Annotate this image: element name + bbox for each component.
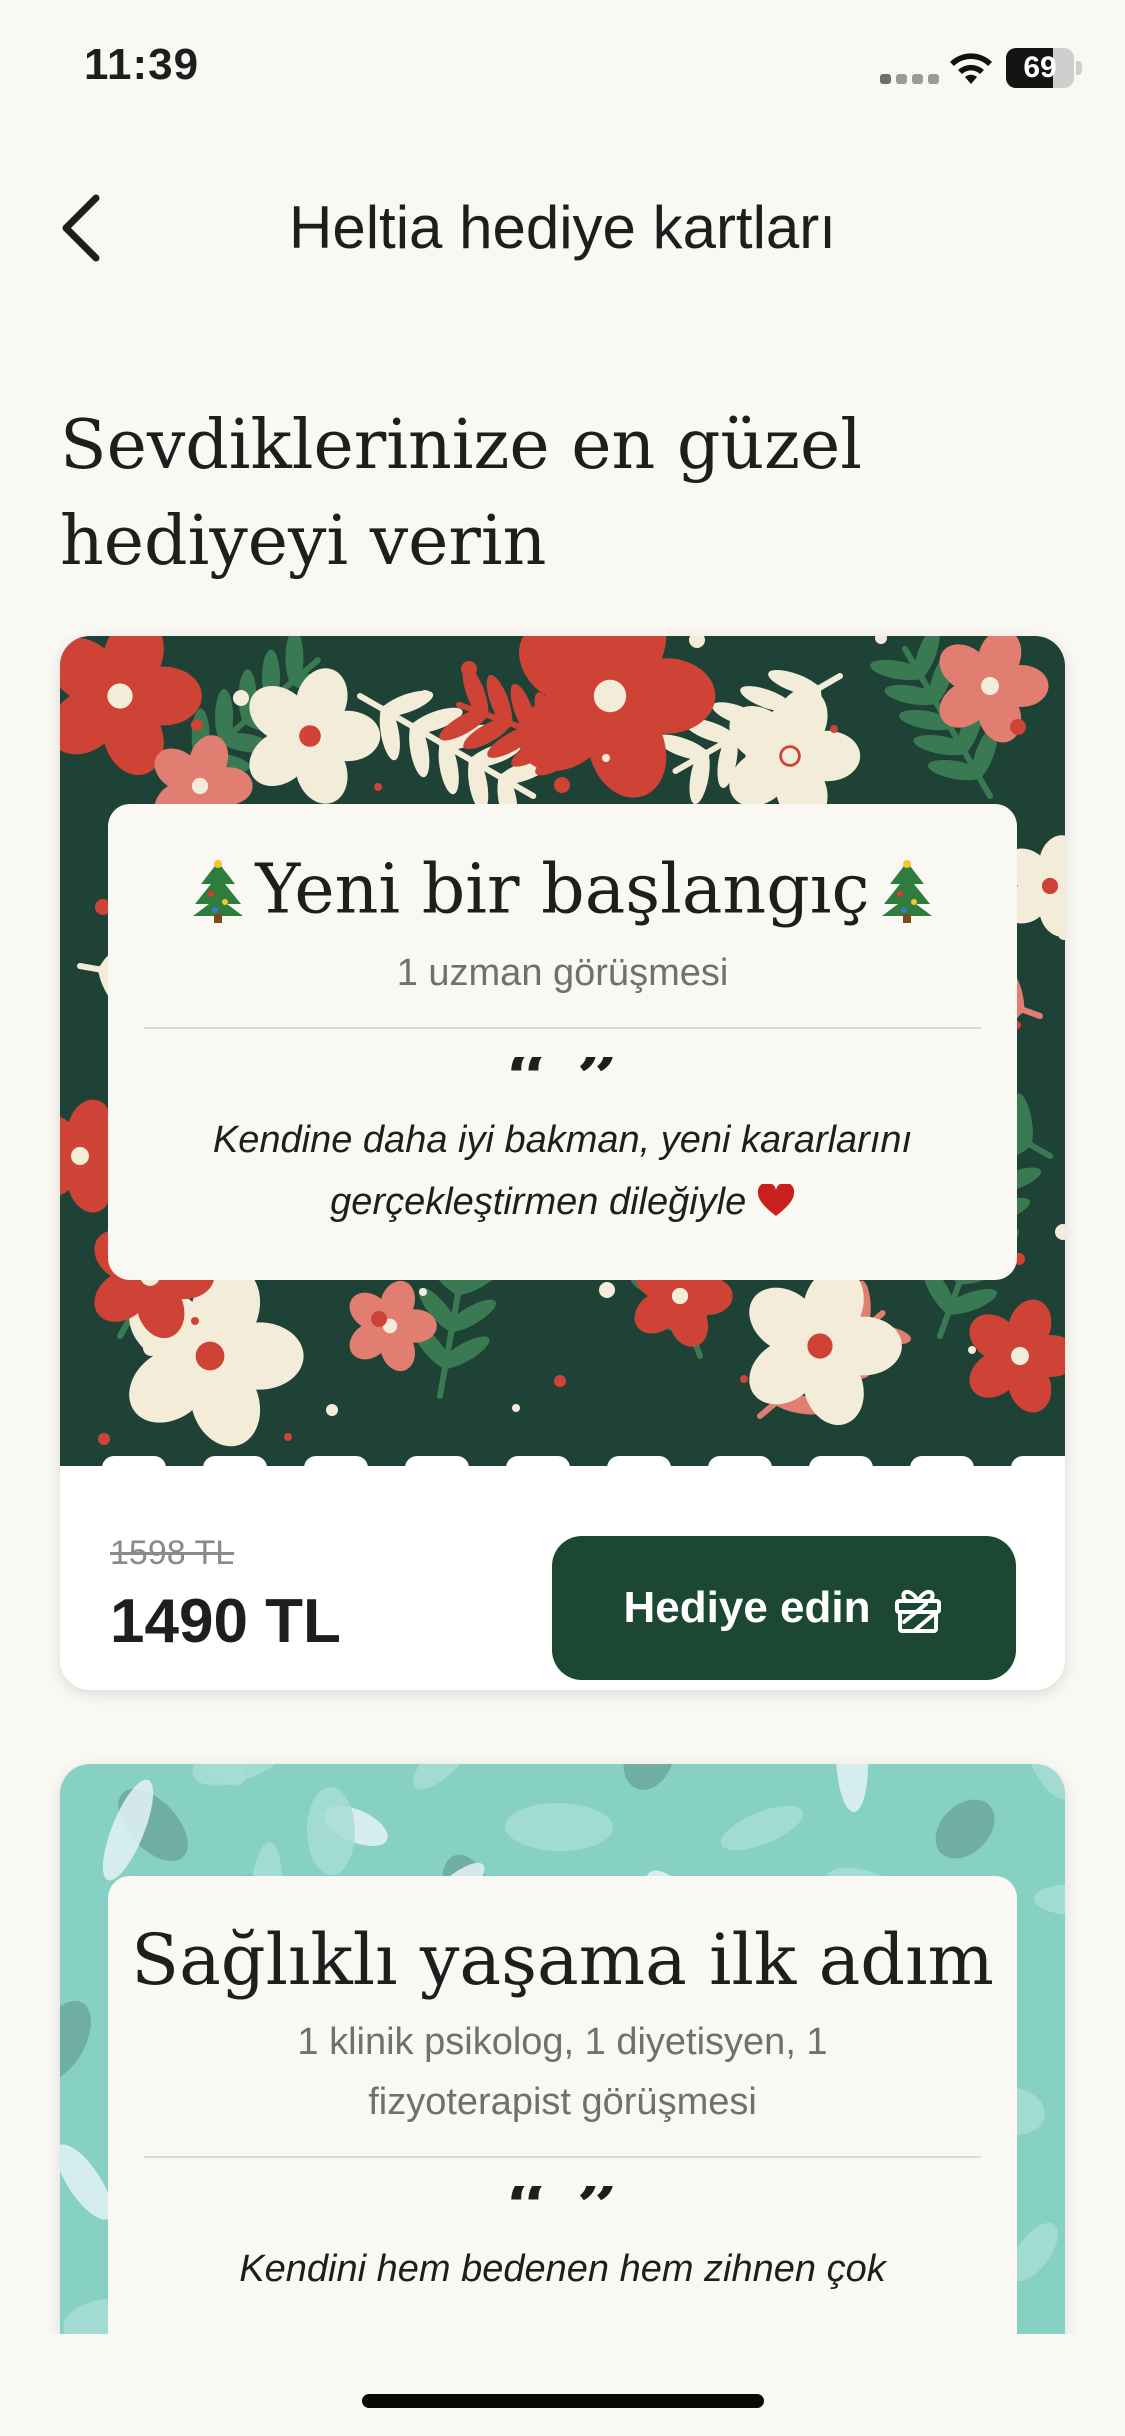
battery-icon: 69 [1006,48,1082,88]
heading-line-2: hediyeyi verin [60,502,547,581]
gift-card-quote: Kendini hem bedenen hem zihnen çok [239,2248,886,2290]
price: 1490 TL [110,1587,341,1656]
gift-icon [895,1590,942,1633]
home-indicator[interactable] [362,2394,764,2408]
wifi-icon [950,53,992,84]
price-area: 1598 TL 1490 TL Hediye edin [60,1466,1065,1690]
heart-icon [757,1183,794,1216]
status-bar: 11:39 69 [0,0,1125,140]
page-title: Heltia hediye kartları [289,194,836,261]
gift-card-yeni-bir-baslangic[interactable]: Yeni bir başlangıç 1 uzman görüşmesi “ ”… [60,636,1065,1690]
gift-card-subtitle: 1 klinik psikolog, 1 diyetisyen, 1 fizyo… [297,2021,828,2123]
svg-text:“ ”: “ ” [506,1057,620,1101]
divider [144,2156,981,2158]
svg-text:“ ”: “ ” [506,2186,620,2230]
old-price: 1598 TL [110,1534,235,1572]
status-time: 11:39 [84,40,200,89]
christmas-tree-icon [881,859,932,923]
gift-card-subtitle: 1 uzman görüşmesi [396,951,729,994]
gift-card-title: Yeni bir başlangıç [108,846,1017,931]
divider [144,1026,981,1029]
gift-button[interactable]: Hediye edin [552,1536,1016,1680]
gift-card-message-panel: Yeni bir başlangıç 1 uzman görüşmesi “ ”… [108,804,1017,1280]
bottom-safe-area [0,2334,1125,2436]
battery-percent: 69 [1023,51,1057,84]
heading-line-1: Sevdiklerinize en güzel [60,406,862,485]
gift-button-label: Hediye edin [623,1583,871,1632]
gift-card-quote: Kendine daha iyi bakman, yeni kararların… [212,1118,913,1223]
christmas-tree-icon [193,859,244,923]
gift-card-title: Sağlıklı yaşama ilk adım [131,1919,994,2001]
page-heading: Sevdiklerinize en güzel hediyeyi verin [60,398,1060,590]
quote-icon: “ ” [506,1057,620,1101]
quote-icon: “ ” [506,2186,620,2230]
cellular-signal-icon [880,70,942,84]
